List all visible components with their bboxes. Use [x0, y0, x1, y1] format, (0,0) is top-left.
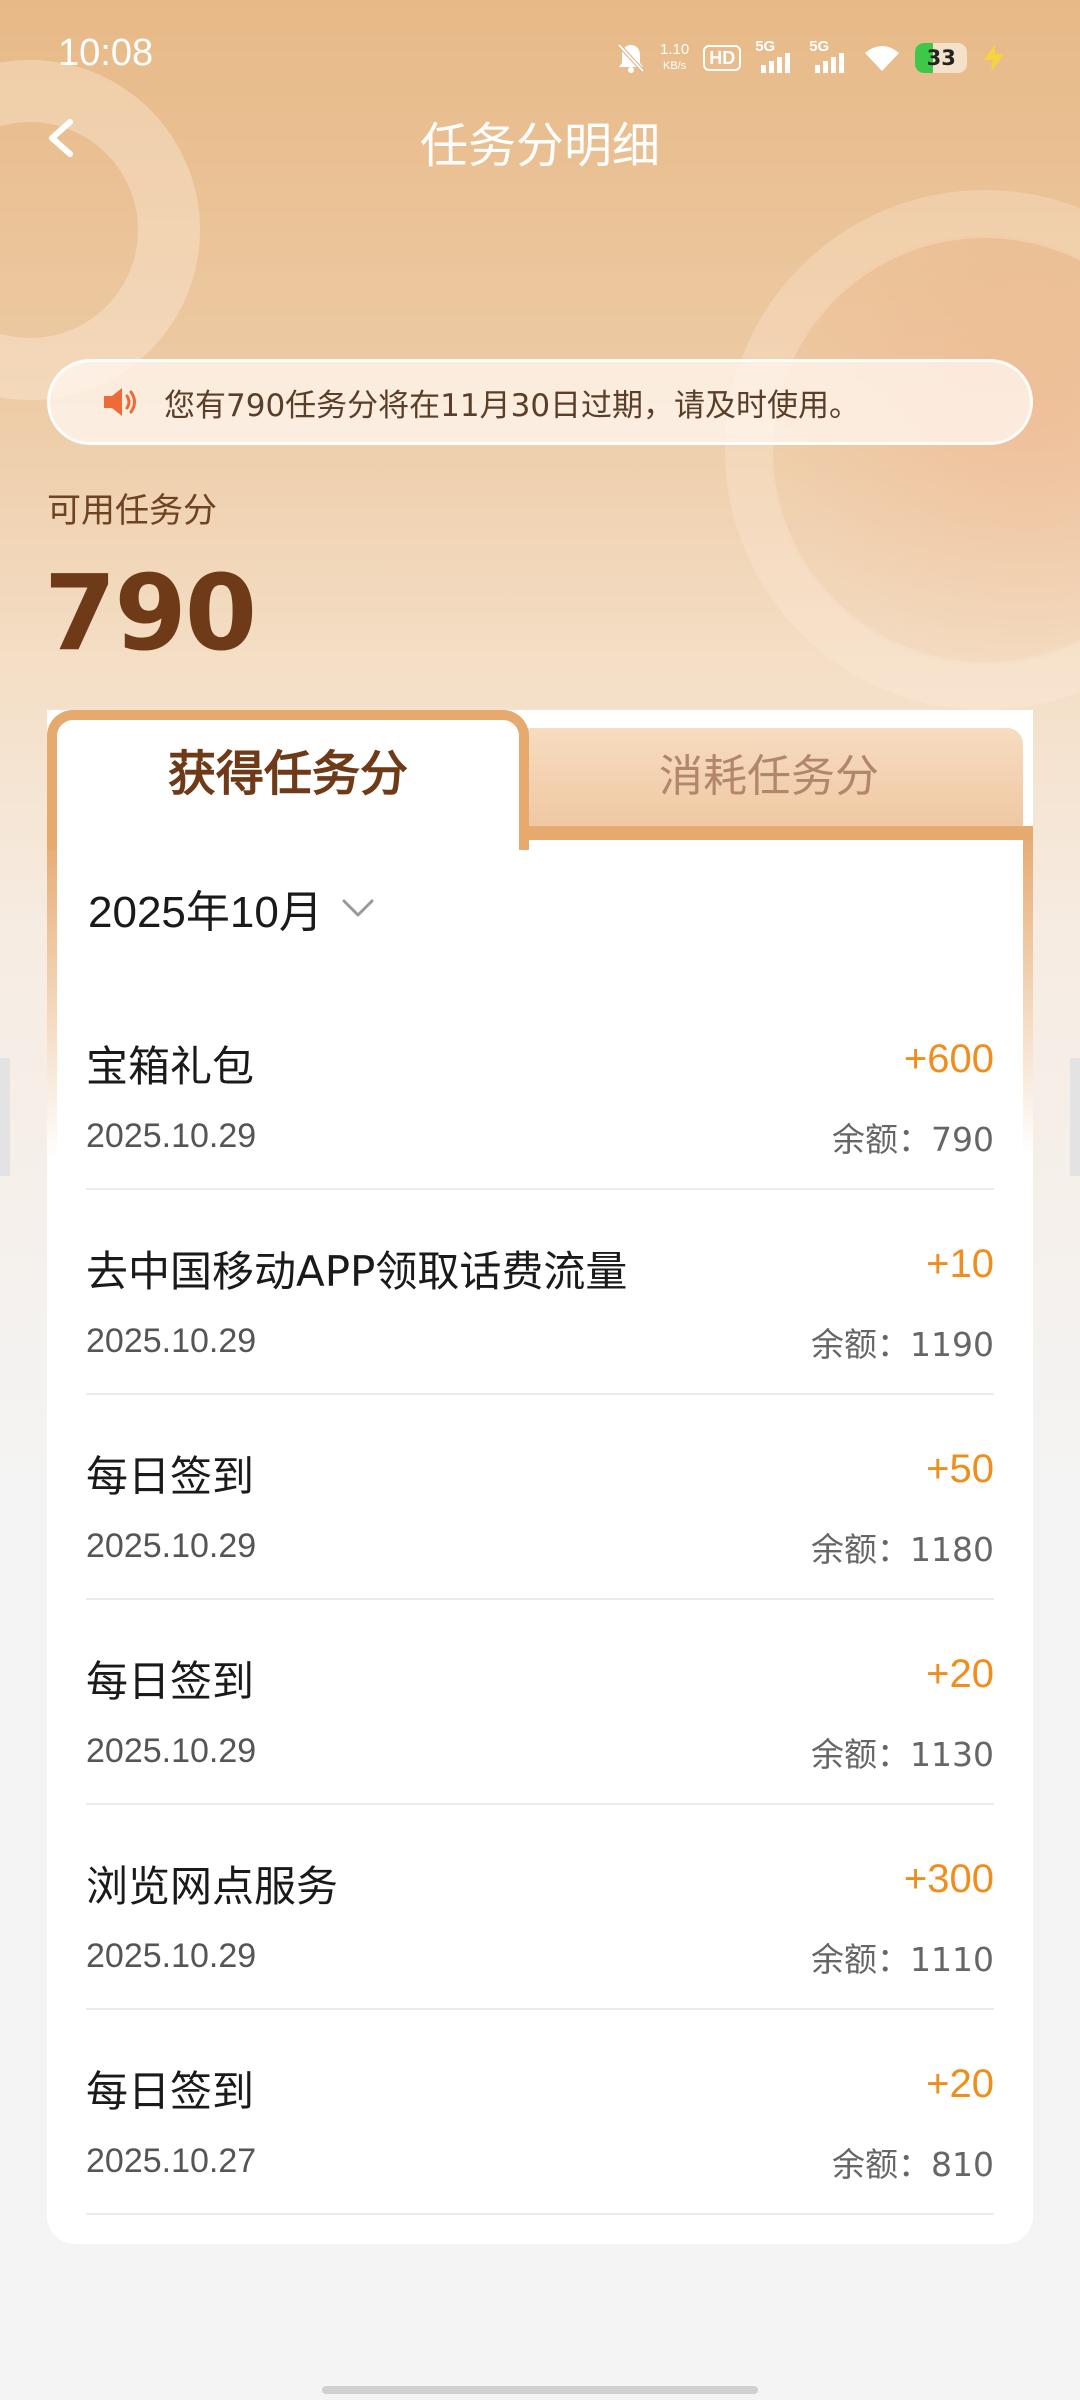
battery-icon: 33 — [915, 43, 968, 73]
edge-handle — [0, 1058, 10, 1176]
charging-icon — [984, 44, 1005, 72]
list-item[interactable]: 每日签到 2025.10.27 +20 余额：810 — [86, 2010, 994, 2215]
record-points: +20 — [926, 2062, 994, 2106]
record-balance: 余额：790 — [832, 1120, 994, 1159]
speaker-icon — [104, 388, 136, 416]
record-points: +600 — [903, 1037, 994, 1081]
decor-ring — [725, 190, 1080, 710]
record-title: 浏览网点服务 — [86, 1862, 339, 1911]
record-title: 每日签到 — [86, 1657, 255, 1706]
tab-spent-label[interactable]: 消耗任务分 — [515, 740, 1023, 804]
record-title: 每日签到 — [86, 2067, 255, 2116]
record-date: 2025.10.29 — [86, 1117, 257, 1155]
record-title: 去中国移动APP领取话费流量 — [86, 1247, 628, 1296]
notice-text: 您有790任务分将在11月30日过期，请及时使用。 — [164, 387, 861, 424]
record-date: 2025.10.29 — [86, 1937, 257, 1975]
record-date: 2025.10.29 — [86, 1527, 257, 1565]
record-points: +10 — [926, 1242, 994, 1286]
list-item[interactable]: 宝箱礼包 2025.10.29 +600 余额：790 — [86, 985, 994, 1190]
record-date: 2025.10.29 — [86, 1732, 257, 1770]
month-label: 2025年10月 — [88, 888, 323, 937]
record-points: +20 — [926, 1652, 994, 1696]
edge-handle — [1070, 1058, 1080, 1176]
wifi-icon — [865, 46, 900, 71]
network-speed-unit: KB/s — [662, 60, 687, 72]
record-balance: 余额：810 — [832, 2145, 994, 2184]
status-time: 10:08 — [58, 32, 154, 74]
network-speed: 1.10 KB/s — [660, 42, 689, 74]
battery-level: 33 — [926, 46, 956, 70]
tab-earned-label[interactable]: 获得任务分 — [47, 734, 529, 804]
mute-icon — [617, 43, 645, 73]
record-date: 2025.10.27 — [86, 2142, 257, 2180]
record-points: +50 — [926, 1447, 994, 1491]
signal-icon: 5G — [755, 39, 795, 73]
card-border — [515, 826, 1033, 840]
hd-icon: HD — [703, 45, 742, 71]
status-bar: 10:08 1.10 KB/s HD 5G 5G 33 — [0, 0, 1080, 116]
list-item[interactable]: 每日签到 2025.10.29 +50 余额：1180 — [86, 1395, 994, 1600]
balance-label: 可用任务分 — [47, 491, 217, 531]
signal-label: 5G — [755, 38, 776, 55]
record-title: 每日签到 — [86, 1452, 255, 1501]
record-title: 宝箱礼包 — [86, 1042, 255, 1091]
record-balance: 余额：1130 — [811, 1735, 994, 1774]
records-list: 宝箱礼包 2025.10.29 +600 余额：790 去中国移动APP领取话费… — [86, 985, 994, 2215]
status-icons: 1.10 KB/s HD 5G 5G 33 — [616, 36, 1007, 80]
expiry-notice[interactable]: 您有790任务分将在11月30日过期，请及时使用。 — [47, 359, 1033, 445]
card-border — [47, 830, 57, 1160]
signal-label: 5G — [809, 38, 830, 55]
page-title: 任务分明细 — [419, 118, 660, 174]
record-balance: 余额：1110 — [811, 1940, 994, 1979]
list-item[interactable]: 每日签到 2025.10.29 +20 余额：1130 — [86, 1600, 994, 1805]
card-border — [1023, 826, 1033, 1156]
list-item[interactable]: 去中国移动APP领取话费流量 2025.10.29 +10 余额：1190 — [86, 1190, 994, 1395]
record-balance: 余额：1190 — [811, 1325, 994, 1364]
home-indicator[interactable] — [322, 2386, 758, 2394]
signal-icon: 5G — [809, 39, 849, 73]
month-selector[interactable]: 2025年10月 — [88, 876, 375, 940]
balance-value: 790 — [44, 552, 257, 674]
record-date: 2025.10.29 — [86, 1322, 257, 1360]
chevron-down-icon — [342, 899, 374, 917]
record-points: +300 — [903, 1857, 994, 1901]
record-balance: 余额：1180 — [811, 1530, 994, 1569]
list-item[interactable]: 浏览网点服务 2025.10.29 +300 余额：1110 — [86, 1805, 994, 2010]
network-speed-value: 1.10 — [660, 41, 690, 58]
